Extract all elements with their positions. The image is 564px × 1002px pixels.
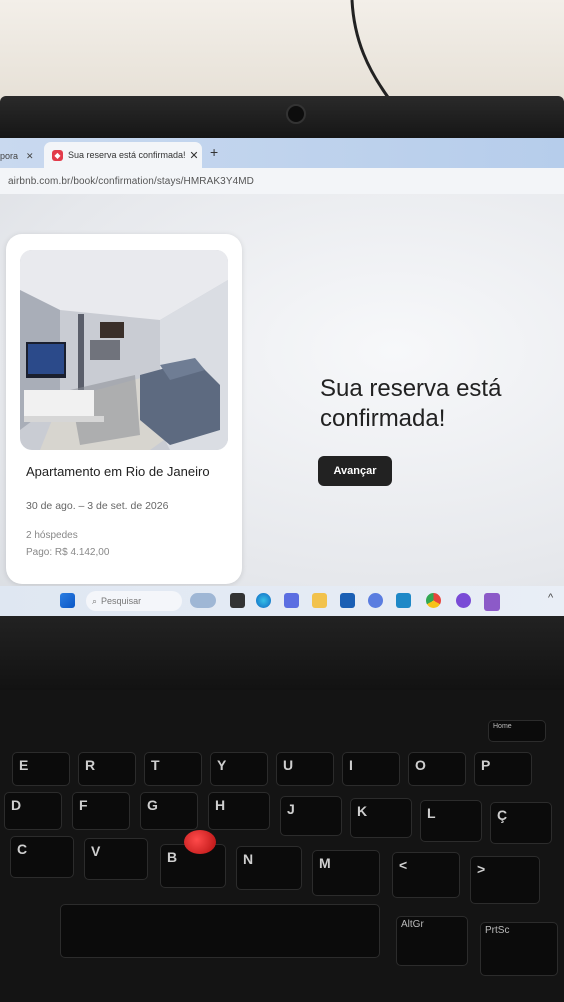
keyboard: Home E R T Y U I O P D F G H J K L Ç C V…	[0, 690, 564, 1002]
key-l[interactable]: L	[420, 800, 482, 842]
store-icon[interactable]	[284, 593, 299, 608]
task-view-icon[interactable]	[230, 593, 245, 608]
tab-active-title: Sua reserva está confirmada!	[68, 150, 186, 160]
key-greater-than[interactable]: >	[470, 856, 540, 904]
key-home[interactable]: Home	[488, 720, 546, 742]
key-y[interactable]: Y	[210, 752, 268, 786]
obs-icon[interactable]	[456, 593, 471, 608]
widgets-icon[interactable]	[190, 593, 216, 608]
laptop-screen: pora ✕ ◆ Sua reserva está confirmada! ✕ …	[0, 138, 564, 616]
key-r[interactable]: R	[78, 752, 136, 786]
key-space[interactable]	[60, 904, 380, 958]
laptop-bezel-bottom	[0, 616, 564, 696]
key-p[interactable]: P	[474, 752, 532, 786]
laptop-bezel-top	[0, 96, 564, 138]
listing-card[interactable]: Apartamento em Rio de Janeiro 30 de ago.…	[6, 234, 242, 584]
key-d[interactable]: D	[4, 792, 62, 830]
new-tab-button[interactable]: +	[210, 144, 218, 160]
listing-paid: Pago: R$ 4.142,00	[26, 547, 110, 558]
key-g[interactable]: G	[140, 792, 198, 830]
windows-taskbar: ⌕ Pesquisar ^	[0, 586, 564, 616]
listing-title: Apartamento em Rio de Janeiro	[26, 464, 210, 479]
search-icon: ⌕	[92, 595, 98, 606]
airbnb-favicon-icon: ◆	[52, 149, 63, 161]
tab-previous-label: pora	[0, 151, 19, 161]
cable	[350, 0, 392, 101]
app-icon[interactable]	[340, 593, 355, 608]
listing-photo-image	[20, 250, 228, 450]
tab-active[interactable]: ◆ Sua reserva está confirmada! ✕	[44, 142, 202, 168]
key-c[interactable]: C	[10, 836, 74, 878]
listing-photo[interactable]	[20, 250, 228, 450]
trackpoint[interactable]	[184, 830, 216, 854]
key-e[interactable]: E	[12, 752, 70, 786]
listing-dates: 30 de ago. – 3 de set. de 2026	[26, 500, 169, 512]
address-bar[interactable]: airbnb.com.br/book/confirmation/stays/HM…	[0, 168, 564, 195]
chrome-icon[interactable]	[426, 593, 441, 608]
key-u[interactable]: U	[276, 752, 334, 786]
app-purple-icon[interactable]	[484, 593, 500, 611]
taskbar-search[interactable]: ⌕ Pesquisar	[86, 591, 182, 611]
close-icon[interactable]: ✕	[186, 149, 202, 162]
folder-icon[interactable]	[312, 593, 327, 608]
key-prtsc[interactable]: PrtSc	[480, 922, 558, 976]
taskbar-search-placeholder: Pesquisar	[101, 596, 142, 606]
mail-icon[interactable]	[396, 593, 411, 608]
tab-previous[interactable]: pora ✕	[0, 144, 40, 168]
key-o[interactable]: O	[408, 752, 466, 786]
key-c-cedilla[interactable]: Ç	[490, 802, 552, 844]
key-f[interactable]: F	[72, 792, 130, 830]
listing-guests: 2 hóspedes	[26, 530, 78, 541]
url-text[interactable]: airbnb.com.br/book/confirmation/stays/HM…	[8, 176, 254, 187]
key-h[interactable]: H	[208, 792, 270, 830]
advance-button[interactable]: Avançar	[318, 456, 392, 486]
browser-tab-bar: pora ✕ ◆ Sua reserva está confirmada! ✕ …	[0, 138, 564, 168]
key-m[interactable]: M	[312, 850, 380, 896]
background-wall	[0, 0, 564, 104]
page-content: Apartamento em Rio de Janeiro 30 de ago.…	[0, 194, 564, 586]
chevron-up-icon[interactable]: ^	[548, 592, 553, 604]
key-n[interactable]: N	[236, 846, 302, 890]
windows-start-icon[interactable]	[60, 593, 75, 608]
key-v[interactable]: V	[84, 838, 148, 880]
edge-icon[interactable]	[256, 593, 271, 608]
key-altgr[interactable]: AltGr	[396, 916, 468, 966]
key-less-than[interactable]: <	[392, 852, 460, 898]
key-t[interactable]: T	[144, 752, 202, 786]
webcam	[286, 104, 306, 124]
confirmation-heading: Sua reserva está confirmada!	[320, 375, 502, 432]
key-k[interactable]: K	[350, 798, 412, 838]
key-i[interactable]: I	[342, 752, 400, 786]
close-icon[interactable]: ✕	[26, 151, 34, 162]
vpn-icon[interactable]	[368, 593, 383, 608]
key-j[interactable]: J	[280, 796, 342, 836]
